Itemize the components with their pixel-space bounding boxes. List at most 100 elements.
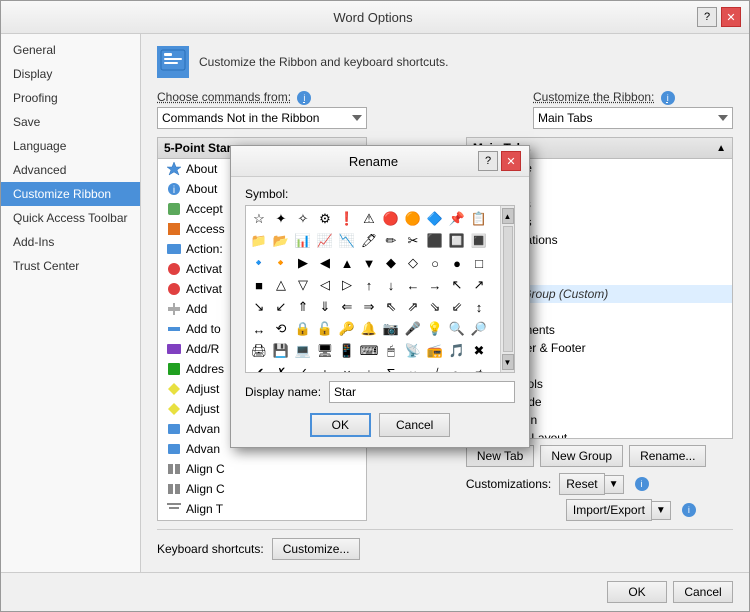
symbol-cell[interactable]: ∞ [402,362,424,373]
symbol-cell[interactable]: ◀ [314,252,336,274]
symbol-cell[interactable]: 🔲 [446,230,468,252]
sidebar-item-display[interactable]: Display [1,62,140,86]
symbol-cell[interactable]: ⬛ [424,230,446,252]
symbol-cell[interactable]: 🖥 [314,340,336,362]
symbol-cell[interactable]: ≠ [468,362,490,373]
symbol-cell[interactable]: 📈 [314,230,336,252]
sidebar-item-advanced[interactable]: Advanced [1,158,140,182]
symbol-cell[interactable]: 💡 [424,318,446,340]
symbol-cell[interactable]: ⚠ [358,208,380,230]
symbol-cell[interactable]: ● [446,252,468,274]
symbol-cell[interactable]: ⚙ [314,208,336,230]
symbol-cell[interactable]: 🔷 [424,208,446,230]
symbol-cell[interactable]: ∑ [380,362,402,373]
reset-dropdown-button[interactable]: ▼ [605,475,624,494]
symbol-cell[interactable]: ⇙ [446,296,468,318]
symbol-cell[interactable]: ✦ [270,208,292,230]
symbol-cell[interactable]: ◆ [380,252,402,274]
symbol-cell[interactable]: 💻 [292,340,314,362]
symbol-cell[interactable]: ◁ [314,274,336,296]
symbol-cell[interactable]: 📱 [336,340,358,362]
symbol-cell[interactable]: 🎤 [402,318,424,340]
symbol-cell[interactable]: 🔓 [314,318,336,340]
import-export-info-icon[interactable]: i [682,503,696,517]
symbol-cell[interactable]: □ [468,252,490,274]
symbol-cell[interactable]: ↑ [358,274,380,296]
new-tab-button[interactable]: New Tab [466,445,534,467]
symbol-cell[interactable]: ⟲ [270,318,292,340]
sidebar-item-language[interactable]: Language [1,134,140,158]
reset-info-icon[interactable]: i [635,477,649,491]
symbol-cell[interactable]: 📷 [380,318,402,340]
symbol-cell[interactable]: ⇑ [292,296,314,318]
scroll-up-btn[interactable]: ▲ [502,208,514,224]
commands-from-dropdown[interactable]: Commands Not in the Ribbon [157,107,367,129]
symbol-cell[interactable]: ▽ [292,274,314,296]
symbol-cell[interactable]: 🔎 [468,318,490,340]
symbol-cell[interactable]: ⌨ [358,340,380,362]
symbol-cell[interactable]: ◇ [402,252,424,274]
symbol-cell[interactable]: ☆ [248,208,270,230]
symbol-cell[interactable]: 📊 [292,230,314,252]
symbol-cell[interactable]: ⇘ [424,296,446,318]
symbol-cell[interactable]: 🔑 [336,318,358,340]
rename-cancel-button[interactable]: Cancel [379,413,450,437]
symbol-cell[interactable]: ✂ [402,230,424,252]
sidebar-item-add-ins[interactable]: Add-Ins [1,230,140,254]
ribbon-sort-icon[interactable]: ▲ [716,143,726,154]
commands-info-icon[interactable]: i [297,91,311,105]
close-button[interactable]: ✕ [721,7,741,27]
symbol-cell[interactable]: ▷ [336,274,358,296]
list-item[interactable]: Align C [158,459,366,479]
symbol-cell[interactable]: ⇓ [314,296,336,318]
rename-button[interactable]: Rename... [629,445,706,467]
symbol-cell[interactable]: 🔒 [292,318,314,340]
customize-ribbon-dropdown[interactable]: Main Tabs [533,107,733,129]
ok-button[interactable]: OK [607,581,667,603]
symbol-cell[interactable]: 📋 [468,208,490,230]
symbol-cell[interactable]: 📁 [248,230,270,252]
symbol-cell[interactable]: 🔴 [380,208,402,230]
symbol-cell[interactable]: ✧ [292,208,314,230]
sidebar-item-trust-center[interactable]: Trust Center [1,254,140,278]
symbol-cell[interactable]: 📉 [336,230,358,252]
rename-ok-button[interactable]: OK [310,413,371,437]
symbol-cell[interactable]: ⇒ [358,296,380,318]
sidebar-item-proofing[interactable]: Proofing [1,86,140,110]
rename-help-button[interactable]: ? [478,151,498,171]
scroll-down-btn[interactable]: ▼ [502,354,514,370]
symbol-cell[interactable]: ↗ [468,274,490,296]
symbol-cell[interactable]: 🖱 [380,340,402,362]
symbol-cell[interactable]: ↖ [446,274,468,296]
symbol-cell[interactable]: 🖊 [358,230,380,252]
symbol-cell[interactable]: ← [402,274,424,296]
list-item[interactable]: Align T [158,499,366,519]
symbol-cell[interactable]: ✏ [380,230,402,252]
symbol-cell[interactable]: ✗ [270,362,292,373]
symbol-cell[interactable]: ▶ [292,252,314,274]
symbol-cell[interactable]: 🎵 [446,340,468,362]
sidebar-item-quick-access-toolbar[interactable]: Quick Access Toolbar [1,206,140,230]
symbol-cell[interactable]: 💾 [270,340,292,362]
ribbon-info-icon[interactable]: i [661,91,675,105]
symbol-cell[interactable]: ↘ [248,296,270,318]
symbol-cell[interactable]: 🔔 [358,318,380,340]
cancel-button[interactable]: Cancel [673,581,733,603]
sidebar-item-general[interactable]: General [1,38,140,62]
symbol-cell[interactable]: ⇖ [380,296,402,318]
symbol-cell[interactable]: ○ [424,252,446,274]
symbol-cell[interactable]: ↙ [270,296,292,318]
symbol-cell[interactable]: ↔ [248,318,270,340]
symbol-cell[interactable]: ⇗ [402,296,424,318]
symbol-cell[interactable]: ▼ [358,252,380,274]
import-export-button[interactable]: Import/Export [566,499,652,521]
symbol-cell[interactable]: 📡 [402,340,424,362]
symbol-cell[interactable]: ÷ [358,362,380,373]
help-button[interactable]: ? [697,7,717,27]
symbol-cell[interactable]: √ [424,362,446,373]
list-item[interactable]: Alignm [158,519,366,521]
symbol-cell[interactable]: 📌 [446,208,468,230]
symbol-cell[interactable]: ± [314,362,336,373]
symbol-cell[interactable]: ⇐ [336,296,358,318]
new-group-button[interactable]: New Group [540,445,623,467]
